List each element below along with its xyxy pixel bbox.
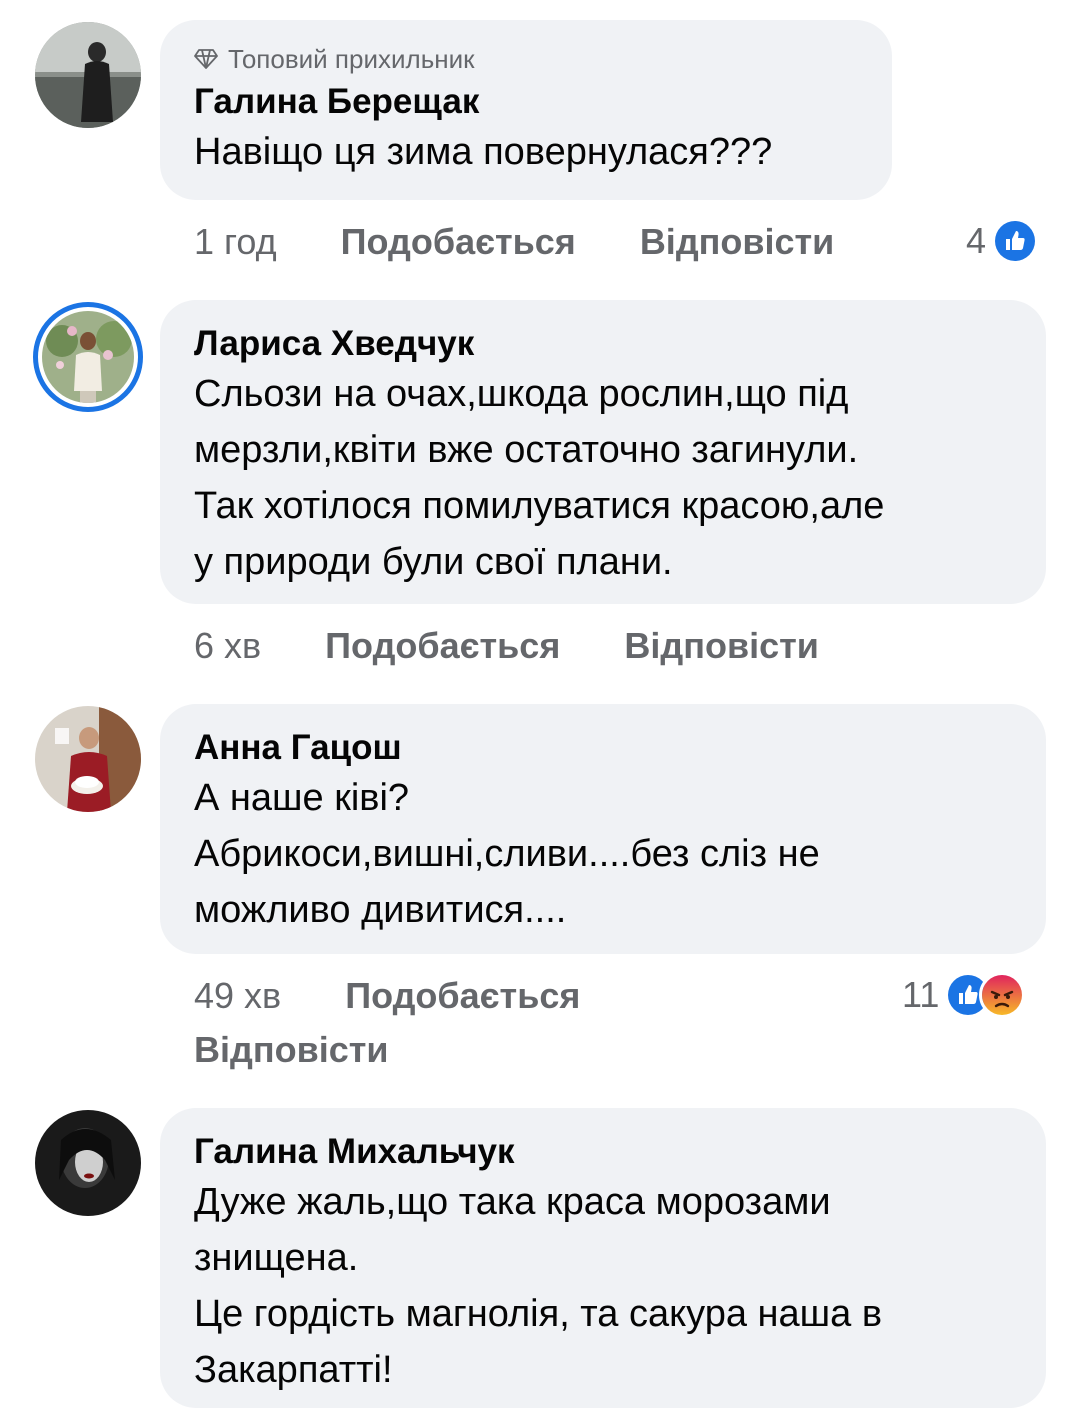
comment-author[interactable]: Лариса Хведчук bbox=[194, 322, 1012, 366]
comment-bubble: Топовий прихильник Галина Берещак Навіщо… bbox=[160, 20, 892, 200]
like-button[interactable]: Подобається bbox=[325, 624, 560, 668]
avatar-photo bbox=[35, 706, 141, 812]
reaction-count: 4 bbox=[966, 220, 987, 261]
comment-bubble: Анна Гацош А наше ківі? Абрикоси,вишні,с… bbox=[160, 704, 1046, 954]
like-button[interactable]: Подобається bbox=[345, 974, 580, 1018]
like-button[interactable]: Подобається bbox=[341, 220, 576, 264]
comment-bubble: Галина Михальчук Дуже жаль,що така краса… bbox=[160, 1108, 1046, 1408]
avatar[interactable] bbox=[35, 706, 141, 812]
avatar-photo bbox=[42, 311, 134, 403]
comment-text: Сльози на очах,шкода рослин,що під мерзл… bbox=[194, 373, 885, 583]
reply-button[interactable]: Відповісти bbox=[624, 624, 819, 668]
avatar[interactable] bbox=[35, 22, 141, 128]
comment-author[interactable]: Галина Берещак bbox=[194, 80, 858, 124]
comment-actions-row2: Відповісти bbox=[194, 1028, 389, 1072]
diamond-icon bbox=[194, 49, 218, 69]
reaction-count: 11 bbox=[902, 974, 940, 1015]
avatar-photo bbox=[35, 1110, 141, 1216]
comment-time[interactable]: 1 год bbox=[194, 220, 277, 264]
badge-label: Топовий прихильник bbox=[228, 43, 475, 74]
angry-icon bbox=[979, 972, 1026, 1018]
comment-text: Навіщо ця зима повернулася??? bbox=[194, 131, 773, 173]
avatar[interactable] bbox=[35, 1110, 141, 1216]
comment-actions: 49 хв Подобається bbox=[194, 974, 580, 1018]
comment-time[interactable]: 6 хв bbox=[194, 624, 261, 668]
like-icon bbox=[992, 218, 1039, 264]
comment-author[interactable]: Анна Гацош bbox=[194, 726, 1012, 770]
reply-button[interactable]: Відповісти bbox=[640, 220, 835, 264]
comment-text: Дуже жаль,що така краса морозами знищена… bbox=[194, 1181, 883, 1391]
avatar-photo bbox=[35, 22, 141, 128]
top-fan-badge: Топовий прихильник bbox=[194, 42, 858, 76]
reaction-summary[interactable]: 11 bbox=[902, 972, 1026, 1018]
comment-author[interactable]: Галина Михальчук bbox=[194, 1130, 1012, 1174]
comment-time[interactable]: 49 хв bbox=[194, 974, 281, 1018]
comment-actions: 1 год Подобається Відповісти bbox=[194, 220, 834, 264]
comment-bubble: Лариса Хведчук Сльози на очах,шкода росл… bbox=[160, 300, 1046, 604]
comment-actions: 6 хв Подобається Відповісти bbox=[194, 624, 819, 668]
comment-text: А наше ківі? Абрикоси,вишні,сливи....без… bbox=[194, 777, 820, 931]
reply-button[interactable]: Відповісти bbox=[194, 1028, 389, 1072]
avatar[interactable] bbox=[33, 302, 143, 412]
reaction-summary[interactable]: 4 bbox=[966, 218, 1039, 264]
